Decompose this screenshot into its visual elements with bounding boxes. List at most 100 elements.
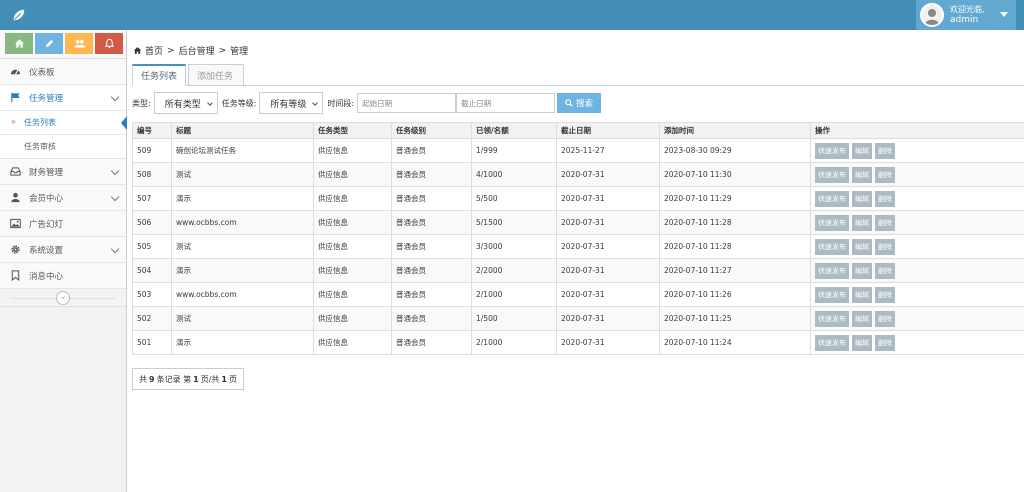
breadcrumb-level2-link[interactable]: 后台管理 (179, 44, 215, 57)
column-header: 任务类型 (313, 122, 392, 139)
tab-task-list[interactable]: 任务列表 (132, 64, 186, 86)
sidebar-item-messages[interactable]: 消息中心 (0, 263, 126, 289)
table-cell: 普通会员 (391, 330, 472, 355)
sidebar-item-system-settings[interactable]: 系统设置 (0, 237, 126, 263)
pager-page: 1 (193, 374, 199, 384)
table-cell: 2020-07-31 (556, 306, 660, 331)
table-cell: 5/1500 (471, 210, 557, 235)
edit-button[interactable]: 编辑 (852, 214, 872, 231)
sidebar-item-members[interactable]: 会员中心 (0, 185, 126, 211)
table-cell: 供应信息 (313, 282, 392, 307)
delete-button[interactable]: 删除 (875, 214, 895, 231)
delete-button[interactable]: 删除 (875, 166, 895, 183)
table-cell: 普通会员 (391, 186, 472, 211)
inbox-icon (10, 167, 21, 176)
tab-add-task[interactable]: 添加任务 (188, 64, 244, 86)
table-row: 502 测试 供应信息 普通会员 1/500 2020-07-31 2020-07-10 1… (132, 306, 1024, 331)
quick-publish-button[interactable]: 快速发布 (815, 286, 849, 303)
quick-publish-button[interactable]: 快速发布 (815, 310, 849, 327)
edit-button[interactable]: 编辑 (852, 142, 872, 159)
edit-button[interactable]: 编辑 (852, 166, 872, 183)
level-select[interactable]: 所有等级 (259, 92, 324, 114)
sidebar-item-task-management[interactable]: 任务管理 (0, 85, 126, 111)
breadcrumb-separator: > (218, 45, 227, 56)
leaf-icon[interactable] (12, 8, 26, 22)
edit-button[interactable]: 编辑 (852, 286, 872, 303)
edit-button[interactable]: 编辑 (852, 238, 872, 255)
search-button[interactable]: 搜索 (557, 93, 602, 113)
table-header-row: 编号 标题 任务类型 任务级别 已领/名额 截止日期 添加时间 操作 (132, 122, 1024, 139)
table-row: 504 演示 供应信息 普通会员 2/2000 2020-07-31 2020-07-10 … (132, 258, 1024, 283)
delete-button[interactable]: 删除 (875, 286, 895, 303)
column-header: 操作 (810, 122, 1024, 139)
end-date-input[interactable]: 截止日期 (456, 93, 556, 113)
table-cell: 2020-07-31 (556, 330, 660, 355)
shortcut-home-button[interactable] (5, 33, 33, 54)
edit-button[interactable]: 编辑 (852, 262, 872, 279)
pagination-info: 共 9 条记录 第 1 页/共 1 页 (132, 368, 244, 390)
sidebar-item-finance[interactable]: 财务管理 (0, 159, 126, 185)
quick-publish-button[interactable]: 快速发布 (815, 190, 849, 207)
double-chevron-right-icon: » (11, 117, 16, 126)
table-cell: 4/1000 (471, 162, 557, 187)
quick-publish-button[interactable]: 快速发布 (815, 262, 849, 279)
table-cell: 普通会员 (391, 306, 472, 331)
sidebar-subitem-label: 任务列表 (24, 118, 56, 127)
search-icon (565, 99, 573, 107)
sidebar-item-label: 财务管理 (29, 167, 64, 178)
sidebar-subitem-task-review[interactable]: 任务审核 (0, 135, 126, 159)
bookmark-icon (11, 270, 20, 281)
quick-publish-button[interactable]: 快速发布 (815, 334, 849, 351)
delete-button[interactable]: 删除 (875, 310, 895, 327)
edit-button[interactable]: 编辑 (852, 334, 872, 351)
shortcut-bell-button[interactable] (95, 33, 123, 54)
quick-publish-button[interactable]: 快速发布 (815, 214, 849, 231)
table-row: 508 测试 供应信息 普通会员 4/1000 2020-07-31 2020-07-10 … (132, 162, 1024, 187)
main-content: 首页 > 后台管理 > 管理 任务列表 添加任务 类型: 所有类型 任务等级: … (128, 30, 1024, 492)
user-menu[interactable]: 欢迎光临, admin (916, 0, 1016, 30)
table-cell: 2020-07-10 11:28 (659, 234, 811, 259)
level-select-value: 所有等级 (270, 99, 307, 110)
breadcrumb-current: 管理 (230, 47, 249, 57)
row-actions: 快速发布 编辑 删除 (810, 330, 1024, 355)
sidebar-item-dashboard[interactable]: 仪表板 (0, 59, 126, 85)
table-row: 501 演示 供应信息 普通会员 2/1000 2020-07-31 2020-07-10 … (132, 330, 1024, 355)
avatar[interactable] (920, 3, 944, 27)
table-cell: 2020-07-31 (556, 234, 660, 259)
type-select[interactable]: 所有类型 (153, 92, 218, 114)
edit-button[interactable]: 编辑 (852, 310, 872, 327)
shortcut-users-button[interactable] (65, 33, 93, 54)
shortcut-pencil-button[interactable] (35, 33, 63, 54)
delete-button[interactable]: 删除 (875, 190, 895, 207)
delete-button[interactable]: 删除 (875, 238, 895, 255)
edit-button[interactable]: 编辑 (852, 190, 872, 207)
chevron-down-icon (110, 192, 120, 202)
table-cell: 2020-07-31 (556, 162, 660, 187)
filter-bar: 类型: 所有类型 任务等级: 所有等级 时间段: 起始日期 截止日期 搜索 (132, 92, 602, 114)
sidebar-item-ad-slides[interactable]: 广告幻灯 (0, 211, 126, 237)
start-date-input[interactable]: 起始日期 (357, 93, 457, 113)
breadcrumb-separator: > (167, 45, 175, 56)
delete-button[interactable]: 删除 (875, 262, 895, 279)
table-cell: 509 (132, 138, 172, 163)
delete-button[interactable]: 删除 (875, 142, 895, 159)
quick-publish-button[interactable]: 快速发布 (815, 142, 849, 159)
sidebar-item-label: 会员中心 (29, 193, 64, 204)
table-cell: 507 (132, 186, 172, 211)
gear-icon (11, 245, 20, 254)
delete-button[interactable]: 删除 (875, 334, 895, 351)
users-icon (73, 39, 85, 48)
column-header: 已领/名额 (471, 122, 557, 139)
quick-publish-button[interactable]: 快速发布 (815, 238, 849, 255)
table-row: 507 演示 供应信息 普通会员 5/500 2020-07-31 2020-07-10 1… (132, 186, 1024, 211)
table-cell: 2/1000 (471, 282, 557, 307)
table-cell: 504 (132, 258, 172, 283)
sidebar-subitem-task-list[interactable]: » 任务列表 (0, 111, 127, 135)
table-cell: 普通会员 (391, 138, 472, 163)
level-filter-label: 任务等级: (221, 98, 257, 108)
table-cell: 普通会员 (391, 234, 472, 259)
sidebar-collapse-button[interactable]: « (56, 291, 70, 305)
breadcrumb-home-link[interactable]: 首页 (145, 44, 163, 57)
table-cell: 2020-07-10 11:30 (659, 162, 811, 187)
quick-publish-button[interactable]: 快速发布 (815, 166, 849, 183)
